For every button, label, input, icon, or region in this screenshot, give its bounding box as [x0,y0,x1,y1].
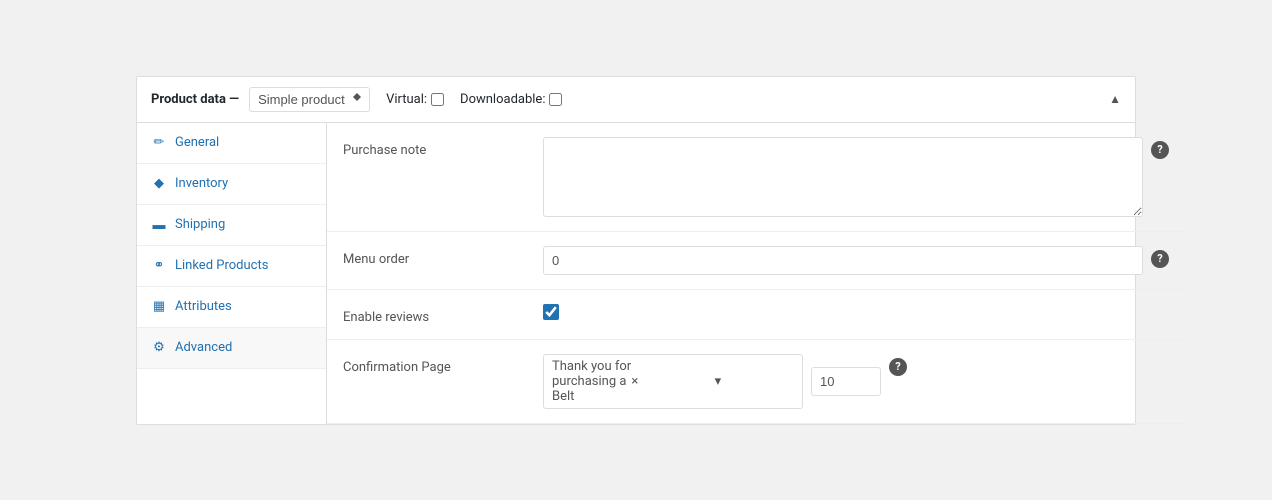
sidebar-item-shipping[interactable]: ▬ Shipping [137,205,326,246]
panel-title: Product data — [151,92,239,107]
menu-order-label: Menu order [343,246,543,267]
confirmation-page-control: Thank you for purchasing a Belt × ▾ ? [543,354,1169,409]
enable-reviews-checkbox-field [543,304,559,320]
enable-reviews-label: Enable reviews [343,304,543,325]
sidebar-label-attributes: Attributes [175,299,232,314]
virtual-label[interactable]: Virtual: [386,92,444,107]
confirmation-page-help-icon[interactable]: ? [889,358,907,376]
confirmation-page-row: Confirmation Page Thank you for purchasi… [327,340,1185,424]
menu-order-row: Menu order ? [327,232,1185,290]
sidebar-item-inventory[interactable]: ◆ Inventory [137,164,326,205]
confirmation-page-label: Confirmation Page [343,354,543,375]
sidebar-item-attributes[interactable]: ▦ Attributes [137,287,326,328]
purchase-note-row: Purchase note ? [327,123,1185,232]
confirmation-page-select[interactable]: Thank you for purchasing a Belt × ▾ [543,354,803,409]
content-area: Purchase note ? Menu order ? Enable revi… [327,123,1185,424]
menu-order-control: ? [543,246,1169,275]
sidebar-label-advanced: Advanced [175,340,232,355]
menu-order-input[interactable] [543,246,1143,275]
purchase-note-control: ? [543,137,1169,217]
confirmation-page-arrow-icon[interactable]: ▾ [715,374,794,389]
sidebar: ✏ General ◆ Inventory ▬ Shipping ⚭ Linke… [137,123,327,424]
collapse-arrow-icon[interactable]: ▲ [1109,92,1121,106]
product-data-panel: Product data — Simple product Virtual: D… [136,76,1136,425]
downloadable-label[interactable]: Downloadable: [460,92,562,107]
panel-header: Product data — Simple product Virtual: D… [137,77,1135,123]
purchase-note-help-icon[interactable]: ? [1151,141,1169,159]
virtual-checkbox[interactable] [431,93,444,106]
truck-icon: ▬ [151,217,167,233]
purchase-note-label: Purchase note [343,137,543,158]
panel-body: ✏ General ◆ Inventory ▬ Shipping ⚭ Linke… [137,123,1135,424]
grid-icon: ▦ [151,299,167,315]
confirmation-page-clear-icon[interactable]: × [631,374,710,389]
gear-icon: ⚙ [151,340,167,356]
menu-order-help-icon[interactable]: ? [1151,250,1169,268]
enable-reviews-control [543,304,1169,320]
link-icon: ⚭ [151,258,167,274]
virtual-downloadable-group: Virtual: Downloadable: [386,92,562,107]
confirmation-page-inner: Thank you for purchasing a Belt × ▾ [543,354,881,409]
confirmation-page-value: Thank you for purchasing a Belt [552,359,631,404]
sidebar-label-inventory: Inventory [175,176,228,191]
wrench-icon: ✏ [151,135,167,151]
sidebar-item-advanced[interactable]: ⚙ Advanced [137,328,326,369]
enable-reviews-checkbox[interactable] [543,304,559,320]
sidebar-label-linked-products: Linked Products [175,258,268,273]
purchase-note-textarea[interactable] [543,137,1143,217]
sidebar-item-linked-products[interactable]: ⚭ Linked Products [137,246,326,287]
sidebar-label-general: General [175,135,219,150]
downloadable-checkbox[interactable] [549,93,562,106]
confirmation-page-order-input[interactable] [811,367,881,396]
sidebar-label-shipping: Shipping [175,217,225,232]
sidebar-item-general[interactable]: ✏ General [137,123,326,164]
product-type-select[interactable]: Simple product [249,87,370,112]
diamond-icon: ◆ [151,176,167,192]
enable-reviews-row: Enable reviews [327,290,1185,340]
